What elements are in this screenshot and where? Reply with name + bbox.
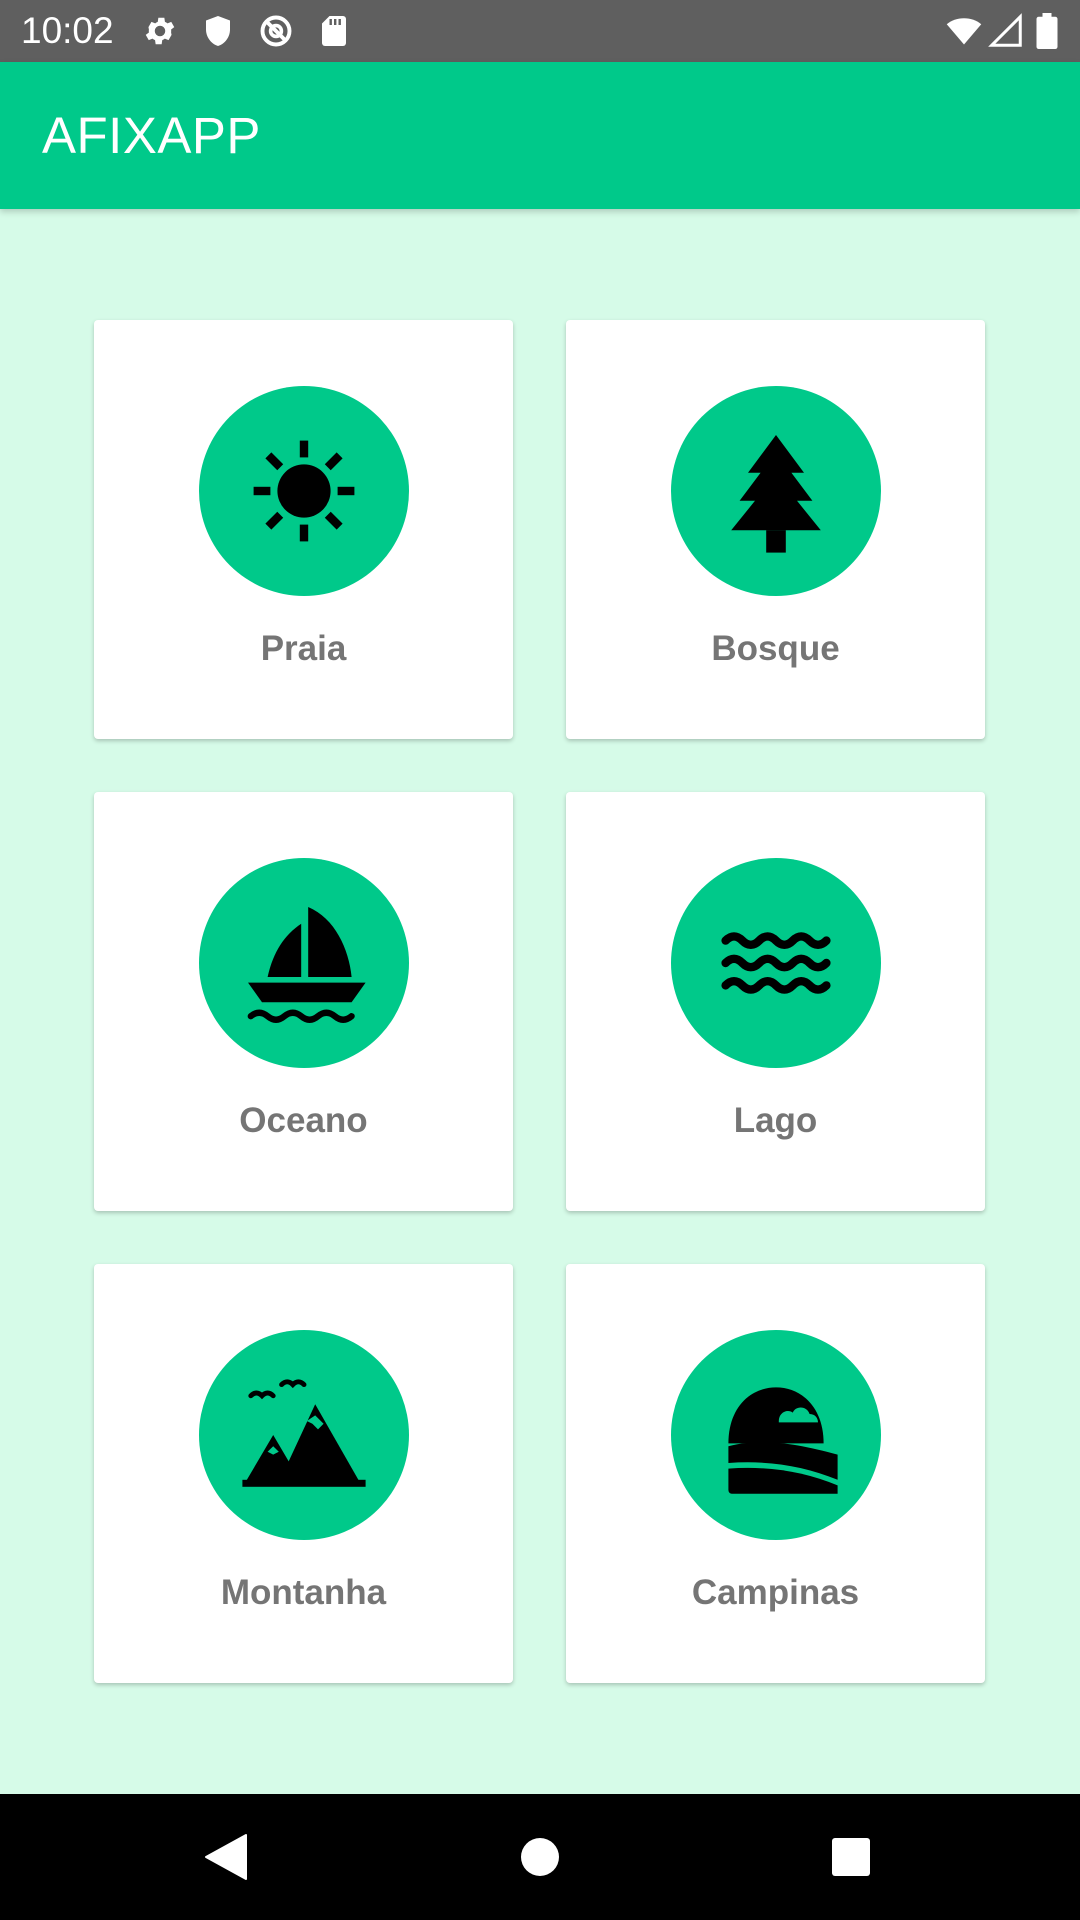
category-badge	[671, 858, 881, 1068]
tree-icon	[731, 435, 821, 553]
status-bar: 10:02	[0, 0, 1080, 62]
category-label: Bosque	[711, 629, 840, 668]
category-card-oceano[interactable]: Oceano	[94, 792, 513, 1211]
sun-icon	[253, 440, 355, 542]
category-card-campinas[interactable]: Campinas	[566, 1264, 985, 1683]
category-card-montanha[interactable]: Montanha	[94, 1264, 513, 1683]
category-badge	[671, 386, 881, 596]
shield-icon	[200, 13, 236, 49]
sailboat-icon	[247, 907, 366, 1023]
category-card-bosque[interactable]: Bosque	[566, 320, 985, 739]
battery-icon	[1036, 13, 1060, 49]
category-badge	[199, 858, 409, 1068]
no-sync-icon	[258, 13, 294, 49]
category-card-praia[interactable]: Praia	[94, 320, 513, 739]
app-bar: AFIXAPP	[0, 62, 1080, 209]
category-label: Praia	[260, 629, 347, 668]
app-title: AFIXAPP	[42, 107, 261, 164]
recents-icon[interactable]	[821, 1827, 881, 1887]
signal-icon	[988, 13, 1024, 49]
mountain-icon	[242, 1379, 366, 1487]
category-label: Lago	[733, 1101, 818, 1140]
gear-icon	[142, 13, 178, 49]
category-label: Oceano	[239, 1101, 368, 1140]
category-badge	[199, 386, 409, 596]
category-badge	[199, 1330, 409, 1540]
home-icon[interactable]	[510, 1827, 570, 1887]
category-card-lago[interactable]: Lago	[566, 792, 985, 1211]
waves-icon	[721, 932, 831, 994]
category-label: Campinas	[691, 1573, 860, 1612]
category-label: Montanha	[220, 1573, 387, 1612]
status-time: 10:02	[21, 10, 114, 51]
sd-card-icon	[316, 13, 352, 49]
back-icon[interactable]	[196, 1827, 256, 1887]
field-icon	[728, 1387, 838, 1494]
navigation-bar	[0, 1794, 1080, 1920]
wifi-icon	[944, 13, 984, 49]
category-badge	[671, 1330, 881, 1540]
